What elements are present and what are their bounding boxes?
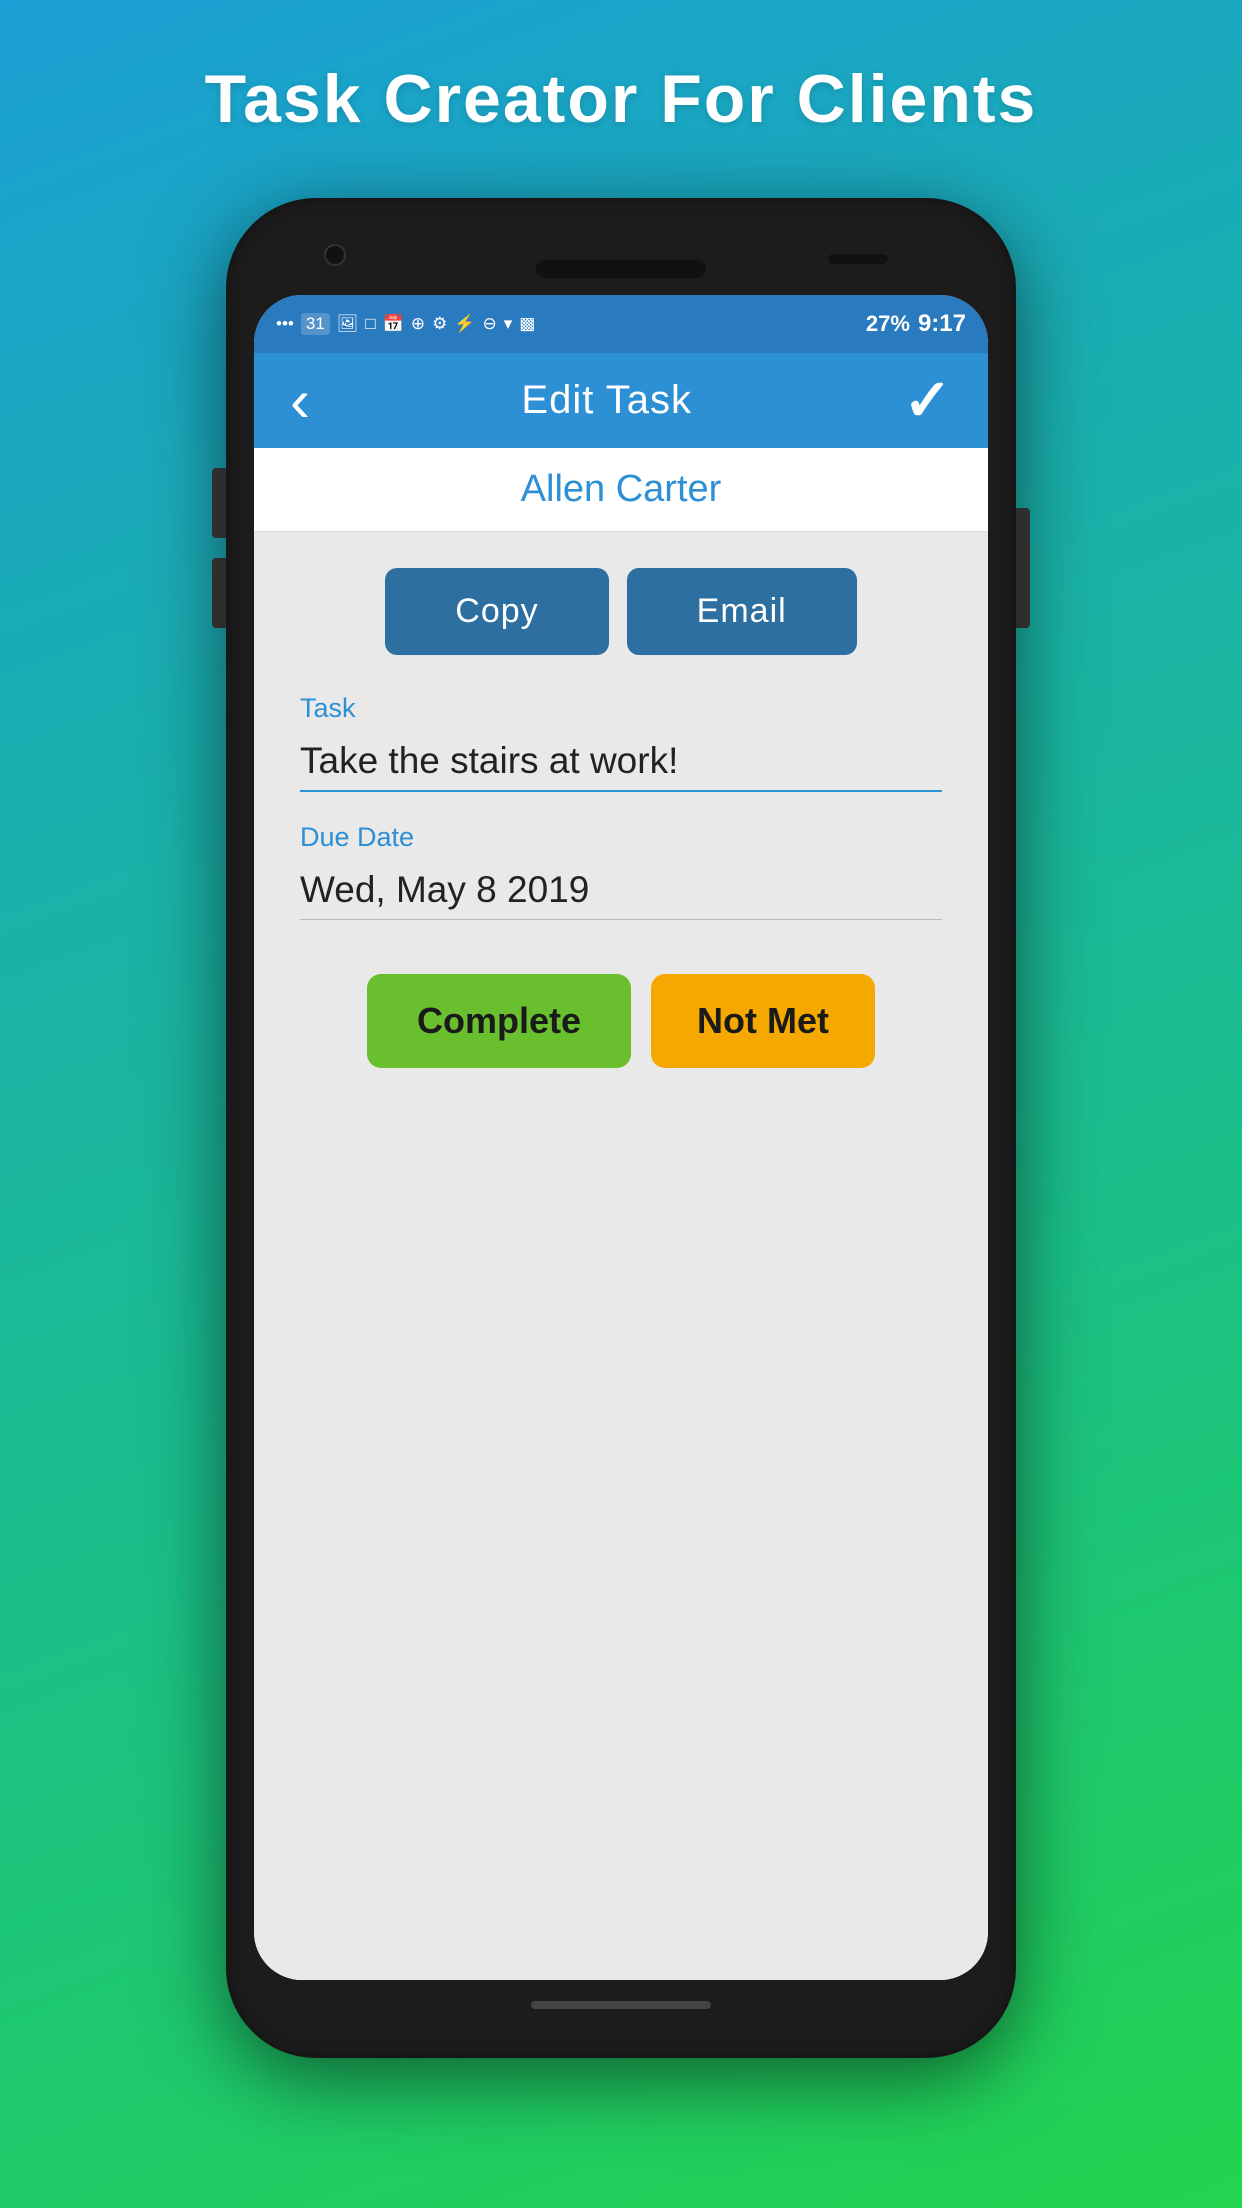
notification-dots-icon: ••• — [276, 314, 294, 334]
globe-icon: ⊕ — [411, 314, 425, 334]
screen: ••• 31 🖼 □ 📅 ⊕ ⚙ ⚡ ⊖ ▾ ▩ 27% 9:17 — [254, 295, 988, 1980]
calendar2-icon: 📅 — [383, 314, 404, 334]
due-date-label: Due Date — [300, 822, 942, 853]
email-button[interactable]: Email — [627, 568, 857, 655]
copy-button[interactable]: Copy — [385, 568, 608, 655]
header-title: Edit Task — [521, 378, 692, 423]
signal-icon: ▩ — [519, 314, 535, 334]
settings-icon: ⚙ — [432, 314, 447, 334]
bluetooth-icon: ⚡ — [454, 314, 475, 334]
calendar-icon: 31 — [301, 313, 330, 335]
wifi-icon: ▾ — [504, 314, 513, 334]
page-title: Task Creator For Clients — [205, 60, 1038, 138]
task-input[interactable] — [300, 732, 942, 792]
task-label: Task — [300, 693, 942, 724]
due-date-value[interactable]: Wed, May 8 2019 — [300, 861, 942, 920]
complete-button[interactable]: Complete — [367, 974, 631, 1068]
battery-percent: 27% — [866, 311, 910, 337]
task-field-group: Task — [300, 693, 942, 792]
mute-icon: ⊖ — [483, 314, 497, 334]
back-button[interactable]: ‹ — [290, 371, 310, 431]
client-name: Allen Carter — [521, 468, 722, 510]
screen-icon: □ — [365, 314, 375, 334]
save-check-button[interactable]: ✓ — [903, 372, 952, 430]
content-area: Copy Email Task Due Date Wed, May 8 2019… — [254, 532, 988, 1980]
image-icon: 🖼 — [337, 314, 359, 334]
phone-frame: ••• 31 🖼 □ 📅 ⊕ ⚙ ⚡ ⊖ ▾ ▩ 27% 9:17 — [226, 198, 1016, 2058]
time-display: 9:17 — [918, 310, 966, 338]
action-buttons-row: Copy Email — [300, 568, 942, 655]
app-header: ‹ Edit Task ✓ — [254, 353, 988, 448]
status-buttons-row: Complete Not Met — [300, 974, 942, 1068]
not-met-button[interactable]: Not Met — [651, 974, 875, 1068]
status-bar: ••• 31 🖼 □ 📅 ⊕ ⚙ ⚡ ⊖ ▾ ▩ 27% 9:17 — [254, 295, 988, 353]
due-date-field-group: Due Date Wed, May 8 2019 — [300, 822, 942, 920]
client-name-bar: Allen Carter — [254, 448, 988, 532]
